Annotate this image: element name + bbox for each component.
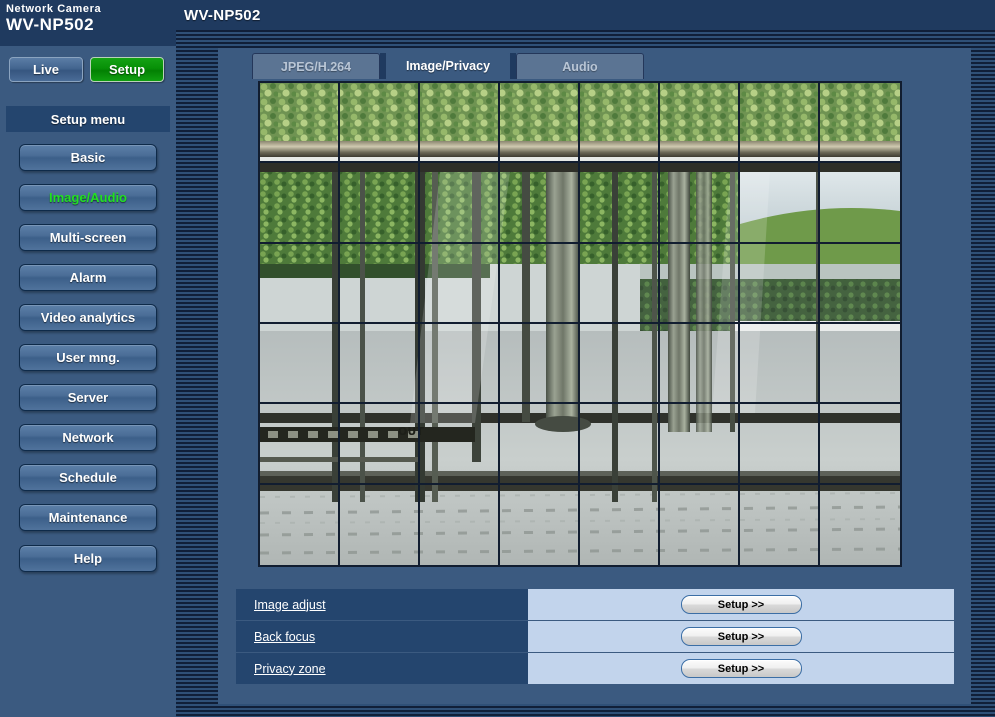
- grid-cell[interactable]: [420, 484, 500, 565]
- grid-cell[interactable]: [500, 404, 580, 485]
- camera-setup-page: Network Camera WV-NP502 Live Setup Setup…: [0, 0, 995, 717]
- tab-image-privacy[interactable]: Image/Privacy: [386, 53, 510, 79]
- grid-cell[interactable]: [660, 404, 740, 485]
- grid-cell[interactable]: [820, 485, 900, 565]
- content-panel: JPEG/H.264 Image/Privacy Audio OUT Image…: [218, 48, 971, 704]
- sidebar-item-basic[interactable]: Basic: [19, 144, 157, 171]
- grid-cell[interactable]: [740, 324, 820, 405]
- row-label-back-focus: Back focus: [236, 621, 528, 652]
- grid-cell[interactable]: [260, 163, 340, 244]
- tab-audio[interactable]: Audio: [516, 53, 644, 79]
- grid-cell[interactable]: [500, 163, 580, 244]
- grid-cell[interactable]: [420, 163, 500, 244]
- sidebar-item-alarm[interactable]: Alarm: [19, 264, 157, 291]
- striped-frame: JPEG/H.264 Image/Privacy Audio OUT Image…: [176, 30, 995, 717]
- grid-cell[interactable]: [740, 83, 820, 164]
- sidebar-item-video-analytics[interactable]: Video analytics: [19, 304, 157, 331]
- grid-cell[interactable]: [820, 404, 900, 485]
- table-row: Privacy zone Setup >>: [236, 653, 954, 684]
- page-title: WV-NP502: [184, 6, 261, 24]
- grid-cell[interactable]: [260, 404, 340, 485]
- row-label-image-adjust: Image adjust: [236, 589, 528, 620]
- live-button[interactable]: Live: [9, 56, 83, 82]
- row-value-privacy-zone: Setup >>: [528, 653, 954, 684]
- settings-table: Image adjust Setup >> Back focus Setup >…: [236, 589, 954, 685]
- grid-cell[interactable]: [420, 324, 500, 405]
- grid-cell[interactable]: [580, 83, 660, 164]
- grid-cell[interactable]: [260, 324, 340, 405]
- setup-menu-header: Setup menu: [6, 106, 170, 132]
- back-focus-link[interactable]: Back focus: [254, 630, 315, 644]
- mode-button-group: Live Setup: [0, 46, 176, 92]
- grid-cell[interactable]: [580, 243, 660, 324]
- grid-cell[interactable]: [740, 484, 820, 565]
- brand-model: WV-NP502: [6, 15, 95, 34]
- grid-cell[interactable]: [580, 484, 660, 565]
- grid-cell[interactable]: [660, 484, 740, 565]
- grid-cell[interactable]: [340, 243, 420, 324]
- tab-jpeg-h264[interactable]: JPEG/H.264: [252, 53, 380, 79]
- grid-cell[interactable]: [660, 243, 740, 324]
- grid-cell[interactable]: [500, 243, 580, 324]
- grid-cell[interactable]: [260, 243, 340, 324]
- sidebar-item-help[interactable]: Help: [19, 545, 157, 572]
- row-label-privacy-zone: Privacy zone: [236, 653, 528, 684]
- grid-cell[interactable]: [660, 83, 740, 164]
- grid-cell[interactable]: [660, 163, 740, 244]
- setup-menu-list: Basic Image/Audio Multi-screen Alarm Vid…: [0, 144, 176, 572]
- grid-cell[interactable]: [260, 83, 340, 164]
- privacy-zone-setup-button[interactable]: Setup >>: [680, 659, 802, 678]
- sidebar-item-network[interactable]: Network: [19, 424, 157, 451]
- grid-cell[interactable]: [420, 83, 500, 164]
- sidebar-item-multi-screen[interactable]: Multi-screen: [19, 224, 157, 251]
- setup-button[interactable]: Setup: [90, 56, 164, 82]
- privacy-zone-grid[interactable]: [260, 83, 900, 565]
- grid-cell[interactable]: [660, 324, 740, 405]
- grid-cell[interactable]: [340, 484, 420, 565]
- sidebar: Network Camera WV-NP502 Live Setup Setup…: [0, 0, 176, 717]
- sidebar-item-user-mng[interactable]: User mng.: [19, 344, 157, 371]
- grid-cell[interactable]: [340, 324, 420, 405]
- back-focus-setup-button[interactable]: Setup >>: [680, 627, 802, 646]
- grid-cell[interactable]: [340, 83, 420, 164]
- grid-cell[interactable]: [740, 163, 820, 244]
- grid-cell[interactable]: [420, 243, 500, 324]
- image-adjust-setup-button[interactable]: Setup >>: [680, 595, 802, 614]
- privacy-zone-link[interactable]: Privacy zone: [254, 662, 326, 676]
- grid-cell[interactable]: [740, 243, 820, 324]
- camera-live-preview[interactable]: OUT: [258, 81, 902, 567]
- sidebar-item-schedule[interactable]: Schedule: [19, 464, 157, 491]
- grid-cell[interactable]: [340, 404, 420, 485]
- brand-block: Network Camera WV-NP502: [0, 0, 176, 46]
- grid-cell[interactable]: [420, 404, 500, 485]
- sidebar-item-maintenance[interactable]: Maintenance: [19, 504, 157, 531]
- main-area: WV-NP502 JPEG/H.264 Image/Privacy Audio: [176, 0, 995, 717]
- grid-cell[interactable]: [500, 484, 580, 565]
- row-value-back-focus: Setup >>: [528, 621, 954, 652]
- grid-cell[interactable]: [580, 404, 660, 485]
- table-row: Back focus Setup >>: [236, 621, 954, 652]
- grid-cell[interactable]: [500, 83, 580, 164]
- grid-cell[interactable]: [820, 244, 900, 324]
- sidebar-item-server[interactable]: Server: [19, 384, 157, 411]
- image-adjust-link[interactable]: Image adjust: [254, 598, 326, 612]
- grid-cell[interactable]: [580, 324, 660, 405]
- grid-cell[interactable]: [740, 404, 820, 485]
- grid-cell[interactable]: [260, 484, 340, 565]
- grid-cell[interactable]: [580, 163, 660, 244]
- row-value-image-adjust: Setup >>: [528, 589, 954, 620]
- grid-cell[interactable]: [500, 324, 580, 405]
- grid-cell[interactable]: [820, 324, 900, 405]
- sidebar-item-image-audio[interactable]: Image/Audio: [19, 184, 157, 211]
- grid-cell[interactable]: [820, 83, 900, 164]
- grid-cell[interactable]: [820, 163, 900, 244]
- tab-bar: JPEG/H.264 Image/Privacy Audio: [252, 51, 644, 79]
- grid-cell[interactable]: [340, 163, 420, 244]
- table-row: Image adjust Setup >>: [236, 589, 954, 620]
